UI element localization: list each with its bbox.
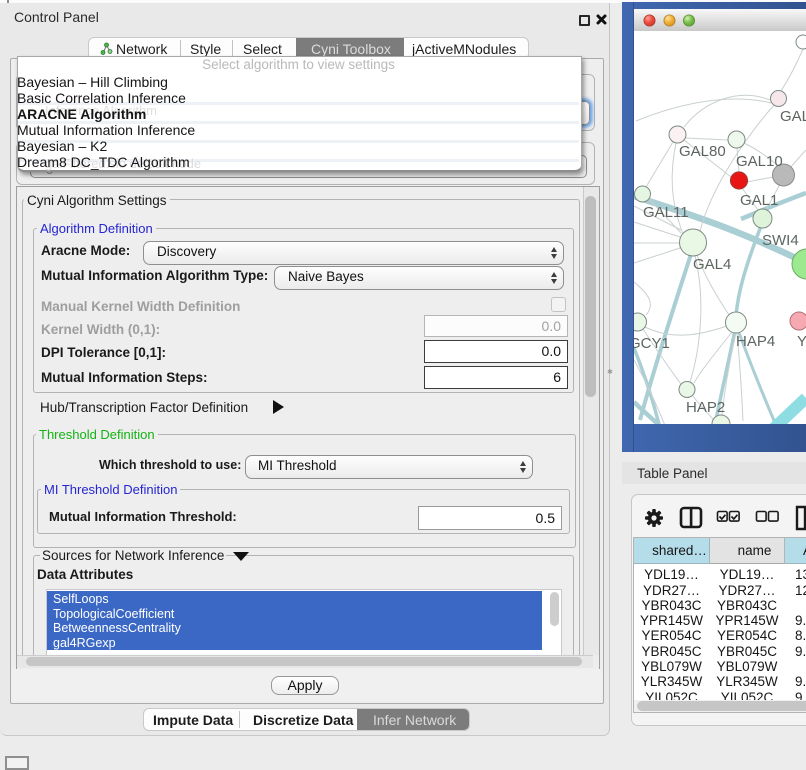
svg-text:GAL1: GAL1 xyxy=(740,192,778,209)
svg-text:YJL: YJL xyxy=(797,333,806,350)
svg-text:SWI4: SWI4 xyxy=(762,232,799,249)
svg-text:HAP4: HAP4 xyxy=(736,333,775,350)
svg-text:GAL80: GAL80 xyxy=(679,143,726,160)
svg-text:HAP2: HAP2 xyxy=(686,399,725,416)
svg-text:GCY1: GCY1 xyxy=(634,335,670,352)
svg-text:GAL4: GAL4 xyxy=(693,256,731,273)
svg-text:GAL2: GAL2 xyxy=(780,108,806,125)
svg-text:GAL11: GAL11 xyxy=(643,204,689,221)
svg-text:GAL10: GAL10 xyxy=(736,153,783,170)
